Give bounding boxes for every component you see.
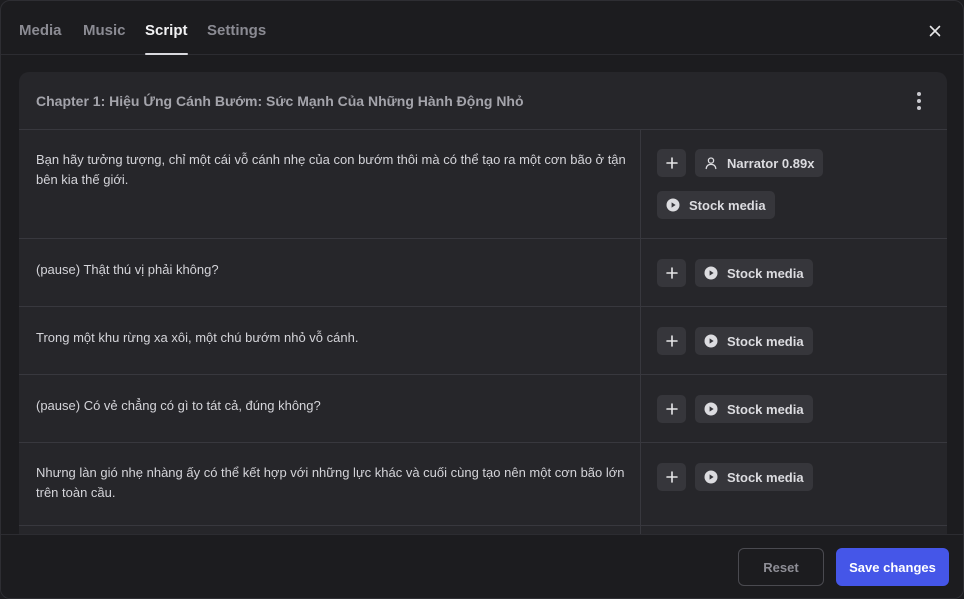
chapter-header: Chapter 1: Hiệu Ứng Cánh Bướm: Sức Mạnh …: [19, 72, 947, 130]
stock-media-label: Stock media: [727, 469, 804, 485]
script-row: Trong một khu rừng xa xôi, một chú bướm …: [19, 307, 947, 375]
footer: Reset Save changes: [1, 534, 963, 598]
tab-bar: Media Music Script Settings: [1, 1, 963, 55]
script-row: Bạn hãy tưởng tượng, chỉ một cái vỗ cánh…: [19, 130, 947, 239]
narrator-chip[interactable]: Narrator 0.89x: [695, 149, 824, 177]
stock-media-chip[interactable]: Stock media: [695, 463, 813, 491]
close-button[interactable]: [923, 19, 947, 43]
script-row: Nhưng làn gió nhẹ nhàng ấy có thể kết hợ…: [19, 443, 947, 526]
plus-icon: [665, 403, 678, 415]
more-options-button[interactable]: [909, 90, 929, 112]
stock-media-chip[interactable]: Stock media: [695, 259, 813, 287]
stock-media-label: Stock media: [727, 333, 804, 349]
chapter-card: Chapter 1: Hiệu Ứng Cánh Bướm: Sức Mạnh …: [19, 72, 947, 552]
play-circle-icon: [703, 333, 719, 349]
play-circle-icon: [703, 401, 719, 417]
play-circle-icon: [703, 469, 719, 485]
play-circle-icon: [703, 265, 719, 281]
plus-icon: [665, 157, 678, 169]
script-editor-modal: Media Music Script Settings Chapter 1: H…: [0, 0, 964, 599]
plus-icon: [665, 471, 678, 483]
reset-button[interactable]: Reset: [738, 548, 824, 586]
script-row-text[interactable]: Trong một khu rừng xa xôi, một chú bướm …: [36, 328, 631, 348]
tab-music[interactable]: Music: [83, 21, 126, 55]
stock-media-chip[interactable]: Stock media: [695, 395, 813, 423]
tab-settings[interactable]: Settings: [207, 21, 266, 55]
add-button[interactable]: [657, 327, 686, 355]
stock-media-chip[interactable]: Stock media: [695, 327, 813, 355]
user-icon: [703, 155, 719, 171]
more-vertical-icon: [917, 92, 921, 96]
chapter-title: Chapter 1: Hiệu Ứng Cánh Bướm: Sức Mạnh …: [36, 93, 524, 109]
script-row-text[interactable]: Nhưng làn gió nhẹ nhàng ấy có thể kết hợ…: [36, 463, 631, 503]
stock-media-label: Stock media: [689, 197, 766, 213]
tab-script[interactable]: Script: [145, 21, 188, 55]
plus-icon: [665, 335, 678, 347]
stock-media-chip[interactable]: Stock media: [657, 191, 775, 219]
tab-media[interactable]: Media: [19, 21, 62, 55]
script-row-text[interactable]: (pause) Có vẻ chẳng có gì to tát cả, đún…: [36, 396, 631, 416]
add-button[interactable]: [657, 463, 686, 491]
save-changes-button[interactable]: Save changes: [836, 548, 949, 586]
script-row: (pause) Thật thú vị phải không? Stock me…: [19, 239, 947, 307]
stock-media-label: Stock media: [727, 401, 804, 417]
play-circle-icon: [665, 197, 681, 213]
add-button[interactable]: [657, 149, 686, 177]
script-row-text[interactable]: (pause) Thật thú vị phải không?: [36, 260, 631, 280]
stock-media-label: Stock media: [727, 265, 804, 281]
add-button[interactable]: [657, 395, 686, 423]
close-icon: [929, 25, 941, 37]
script-row-text[interactable]: Bạn hãy tưởng tượng, chỉ một cái vỗ cánh…: [36, 150, 631, 190]
add-button[interactable]: [657, 259, 686, 287]
narrator-label: Narrator 0.89x: [727, 155, 815, 171]
script-row: (pause) Có vẻ chẳng có gì to tát cả, đún…: [19, 375, 947, 443]
plus-icon: [665, 267, 678, 279]
